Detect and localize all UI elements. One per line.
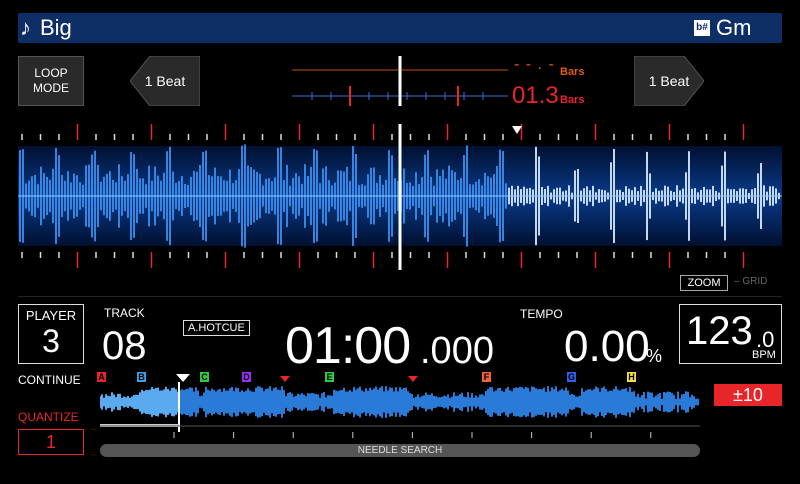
loop-mode-button[interactable]: LOOP MODE: [18, 56, 84, 106]
beat-right-label: 1 Beat: [648, 73, 690, 89]
loop-mode-label-2: MODE: [33, 81, 69, 95]
beat-left-label: 1 Beat: [144, 73, 186, 89]
track-title-bar: [18, 13, 782, 43]
cue-marker-icon: [512, 126, 522, 134]
bpm-unit: BPM: [752, 349, 776, 361]
bars-top-unit: Bars: [560, 66, 585, 78]
beat-right-button[interactable]: 1 Beat: [634, 56, 704, 106]
tempo-range-badge[interactable]: ±10: [714, 384, 782, 406]
auto-hotcue-badge: A.HOTCUE: [183, 320, 250, 336]
player-box: PLAYER 3: [18, 304, 84, 364]
needle-search-bar[interactable]: NEEDLE SEARCH: [100, 444, 700, 457]
bars-top-value: - - . -: [514, 56, 555, 73]
quantize-label: QUANTIZE: [18, 410, 79, 424]
divider: [18, 296, 782, 297]
overview-waveform[interactable]: [100, 374, 700, 442]
memory-cue-icon: [280, 376, 290, 382]
continue-label: CONTINUE: [18, 373, 81, 387]
beat-left-button[interactable]: 1 Beat: [130, 56, 200, 106]
track-label: TRACK: [104, 306, 145, 320]
zoom-button[interactable]: ZOOM: [680, 275, 728, 291]
memory-cue-icon: [408, 376, 418, 382]
key-badge: b#: [694, 20, 710, 36]
music-note-icon: ♪: [20, 15, 31, 40]
bpm-value: 123: [686, 309, 753, 353]
bars-remaining-value: 01.3: [512, 82, 559, 109]
bpm-box: 123 .0 BPM: [679, 304, 782, 364]
tempo-label: TEMPO: [520, 307, 563, 321]
enlarged-waveform[interactable]: [18, 122, 782, 272]
loop-mode-label-1: LOOP: [34, 66, 68, 80]
playhead-marker-icon: [176, 374, 190, 382]
tempo-value: 0.00: [564, 322, 650, 371]
beat-countdown-meter: [292, 56, 508, 106]
tempo-unit: %: [646, 346, 663, 366]
bars-remaining-unit: Bars: [560, 94, 585, 106]
player-label: PLAYER: [25, 308, 77, 323]
grid-text: GRID: [742, 276, 768, 287]
grid-label: – GRID: [734, 276, 768, 287]
key-display: Gm: [716, 15, 752, 40]
time-milliseconds: .000: [420, 330, 494, 372]
quantize-value[interactable]: 1: [18, 429, 84, 455]
track-title: Big: [40, 15, 72, 40]
track-number: 08: [102, 324, 147, 368]
time-display: 01:00: [285, 317, 411, 375]
player-number: 3: [42, 323, 60, 359]
